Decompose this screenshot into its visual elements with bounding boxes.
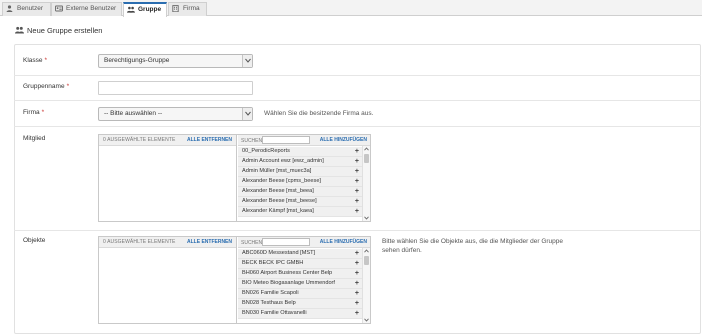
- plus-icon[interactable]: +: [355, 207, 359, 216]
- id-card-icon: [55, 5, 63, 12]
- list-item[interactable]: Alexander Beese [mst_beese] +: [238, 197, 362, 207]
- selected-count: 0 AUSGEWÄHLTE ELEMENTE: [103, 239, 176, 245]
- tab-label: Gruppe: [138, 6, 162, 13]
- firma-help-text: Wählen Sie die besitzende Firma aus.: [264, 110, 374, 117]
- row-divider: [14, 100, 701, 101]
- plus-icon[interactable]: +: [355, 269, 359, 278]
- page-title-text: Neue Gruppe erstellen: [27, 26, 103, 35]
- add-all-button[interactable]: ALLE HINZUFÜGEN: [320, 137, 367, 143]
- tab-label: Firma: [183, 5, 200, 12]
- list-item[interactable]: BECK BECK IPC GMBH +: [238, 259, 362, 269]
- plus-icon[interactable]: +: [355, 157, 359, 166]
- scrollbar-thumb[interactable]: [364, 154, 369, 163]
- list-item[interactable]: 00_PerodicReports +: [238, 147, 362, 157]
- objekte-help-text: Bitte wählen Sie die Objekte aus, die di…: [382, 238, 564, 254]
- selected-list-header: 0 AUSGEWÄHLTE ELEMENTE ALLE ENTFERNEN: [99, 237, 236, 248]
- plus-icon[interactable]: +: [355, 289, 359, 298]
- content-panel: Neue Gruppe erstellen Klasse * Berechtigu…: [6, 18, 702, 334]
- scrollbar[interactable]: [362, 146, 370, 221]
- users-icon: [127, 6, 135, 13]
- available-list-header: SUCHEN: ALLE HINZUFÜGEN: [238, 135, 370, 146]
- user-icon: [6, 5, 14, 12]
- plus-icon[interactable]: +: [355, 187, 359, 196]
- required-marker: *: [44, 57, 48, 64]
- tab-gruppe[interactable]: Gruppe: [123, 2, 167, 17]
- users-icon: [15, 26, 24, 36]
- klasse-value: Berechtigungs-Gruppe: [104, 57, 170, 64]
- row-divider: [14, 230, 701, 231]
- add-all-button[interactable]: ALLE HINZUFÜGEN: [320, 239, 367, 245]
- search-input[interactable]: [262, 238, 310, 246]
- mitglied-selected-list[interactable]: 0 AUSGEWÄHLTE ELEMENTE ALLE ENTFERNEN: [99, 135, 237, 221]
- plus-icon[interactable]: +: [355, 249, 359, 258]
- row-divider: [14, 75, 701, 76]
- tab-bar: Benutzer Externe Benutzer Gruppe Firma: [0, 0, 702, 17]
- plus-icon[interactable]: +: [355, 279, 359, 288]
- tab-label: Externe Benutzer: [66, 5, 117, 12]
- gruppenname-label: Gruppenname *: [23, 83, 70, 90]
- objekte-available-list: SUCHEN: ALLE HINZUFÜGEN ABC060D Messesta…: [238, 237, 370, 323]
- list-item[interactable]: Admin Müller [mst_muec3a] +: [238, 167, 362, 177]
- required-marker: *: [41, 109, 45, 116]
- remove-all-button[interactable]: ALLE ENTFERNEN: [187, 137, 232, 143]
- klasse-label: Klasse *: [23, 57, 48, 64]
- plus-icon[interactable]: +: [355, 147, 359, 156]
- building-icon: [172, 4, 180, 12]
- plus-icon[interactable]: +: [355, 197, 359, 206]
- objekte-label: Objekte: [23, 237, 46, 244]
- mitglied-label: Mitglied: [23, 135, 46, 142]
- list-item[interactable]: BIO Meteo Biogasanlage Ummendorf +: [238, 279, 362, 289]
- klasse-select[interactable]: Berechtigungs-Gruppe: [98, 54, 253, 68]
- tab-firma[interactable]: Firma: [168, 2, 207, 16]
- list-item[interactable]: Admin Account ewz [ewz_admin] +: [238, 157, 362, 167]
- firma-select[interactable]: -- Bitte auswählen --: [98, 107, 253, 121]
- search-label: SUCHEN:: [241, 240, 264, 246]
- tab-benutzer[interactable]: Benutzer: [2, 2, 51, 16]
- chevron-down-icon[interactable]: [364, 216, 369, 220]
- selected-count: 0 AUSGEWÄHLTE ELEMENTE: [103, 137, 176, 143]
- plus-icon[interactable]: +: [355, 167, 359, 176]
- required-marker: *: [66, 83, 70, 90]
- plus-icon[interactable]: +: [355, 259, 359, 268]
- plus-icon[interactable]: +: [355, 309, 359, 318]
- list-item[interactable]: Alexander Beese [cpms_beese] +: [238, 177, 362, 187]
- chevron-down-icon[interactable]: [364, 318, 369, 322]
- objekte-dual-listbox: 0 AUSGEWÄHLTE ELEMENTE ALLE ENTFERNEN SU…: [98, 236, 371, 324]
- tab-externe-benutzer[interactable]: Externe Benutzer: [51, 2, 122, 16]
- chevron-down-icon: [242, 55, 252, 67]
- scrollbar[interactable]: [362, 248, 370, 323]
- list-item[interactable]: Alexander Kämpf [mst_kaea] +: [238, 207, 362, 217]
- list-item[interactable]: BN028 Testhaus Belp +: [238, 299, 362, 309]
- search-input[interactable]: [262, 136, 310, 144]
- available-items: 00_PerodicReports + Admin Account ewz [ew…: [238, 147, 362, 217]
- list-item[interactable]: BN030 Familie Ottavanelli +: [238, 309, 362, 319]
- row-divider: [14, 126, 701, 127]
- list-item[interactable]: BH060 Airport Business Center Belp +: [238, 269, 362, 279]
- gruppenname-input[interactable]: [98, 81, 253, 95]
- mitglied-available-list: SUCHEN: ALLE HINZUFÜGEN 00_PerodicReport…: [238, 135, 370, 221]
- mitglied-dual-listbox: 0 AUSGEWÄHLTE ELEMENTE ALLE ENTFERNEN SU…: [98, 134, 371, 222]
- firma-value: -- Bitte auswählen --: [104, 110, 163, 117]
- available-items: ABC060D Messestand [MST] + BECK BECK IPC …: [238, 249, 362, 319]
- search-label: SUCHEN:: [241, 138, 264, 144]
- page-title: Neue Gruppe erstellen: [15, 26, 102, 36]
- scrollbar-thumb[interactable]: [364, 256, 369, 265]
- remove-all-button[interactable]: ALLE ENTFERNEN: [187, 239, 232, 245]
- chevron-up-icon[interactable]: [364, 147, 369, 151]
- plus-icon[interactable]: +: [355, 299, 359, 308]
- firma-label: Firma *: [23, 109, 45, 116]
- list-item[interactable]: ABC060D Messestand [MST] +: [238, 249, 362, 259]
- plus-icon[interactable]: +: [355, 177, 359, 186]
- list-item[interactable]: BN026 Familie Scapoli +: [238, 289, 362, 299]
- objekte-selected-list[interactable]: 0 AUSGEWÄHLTE ELEMENTE ALLE ENTFERNEN: [99, 237, 237, 323]
- tab-label: Benutzer: [17, 5, 44, 12]
- chevron-down-icon: [242, 108, 252, 120]
- list-item[interactable]: Alexander Beese [mst_beea] +: [238, 187, 362, 197]
- selected-list-header: 0 AUSGEWÄHLTE ELEMENTE ALLE ENTFERNEN: [99, 135, 236, 146]
- available-list-header: SUCHEN: ALLE HINZUFÜGEN: [238, 237, 370, 248]
- chevron-up-icon[interactable]: [364, 249, 369, 253]
